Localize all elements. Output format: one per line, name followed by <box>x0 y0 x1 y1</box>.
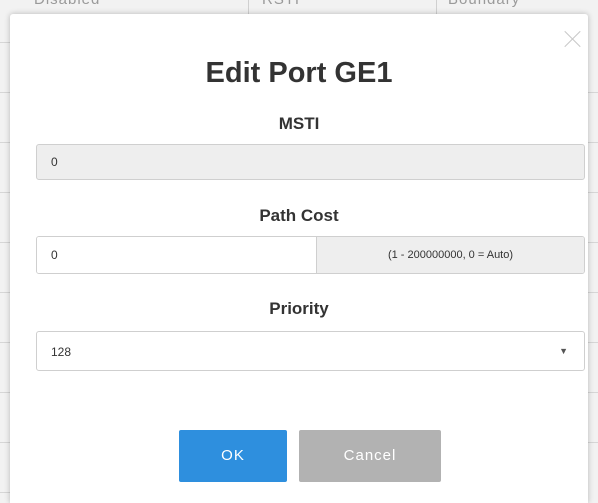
dialog-title: Edit Port GE1 <box>205 57 393 89</box>
path-cost-label: Path Cost <box>259 206 339 225</box>
table-header-disabled: Disabled <box>34 0 100 13</box>
table-row-line <box>0 242 10 243</box>
msti-label: MSTI <box>278 114 320 133</box>
cancel-button[interactable]: Cancel <box>299 430 441 482</box>
table-divider <box>436 0 437 14</box>
table-header-rstp: RSTP <box>262 0 306 13</box>
path-cost-group: 0 (1 - 200000000, 0 = Auto) <box>36 236 585 274</box>
table-row-line <box>0 142 10 143</box>
priority-label: Priority <box>269 299 329 318</box>
table-row-line <box>588 292 598 293</box>
table-row-line <box>588 392 598 393</box>
table-row-line <box>0 342 10 343</box>
table-row-line <box>0 292 10 293</box>
msti-field: 0 <box>36 144 585 180</box>
table-row-line <box>588 342 598 343</box>
table-row-line <box>0 192 10 193</box>
table-row-line <box>588 192 598 193</box>
path-cost-value: 0 <box>51 248 58 262</box>
table-divider <box>248 0 249 14</box>
table-row-line <box>588 142 598 143</box>
close-icon[interactable] <box>564 30 582 48</box>
priority-select[interactable]: 128 ▼ <box>36 331 585 371</box>
table-row-line <box>588 242 598 243</box>
edit-port-dialog: Edit Port GE1 MSTI 0 Path Cost 0 (1 - 20… <box>10 14 588 503</box>
table-row-line <box>0 42 10 43</box>
table-row-line <box>588 442 598 443</box>
table-row-line <box>0 442 10 443</box>
msti-value: 0 <box>51 155 58 169</box>
path-cost-hint: (1 - 200000000, 0 = Auto) <box>317 237 584 273</box>
priority-value: 128 <box>51 345 72 359</box>
caret-down-icon: ▼ <box>559 346 568 356</box>
table-header-boundary: Boundary <box>448 0 520 13</box>
ok-button[interactable]: OK <box>179 430 287 482</box>
table-row-line <box>0 492 10 493</box>
table-row-line <box>0 92 10 93</box>
table-row-line <box>588 92 598 93</box>
path-cost-input[interactable]: 0 <box>37 237 317 273</box>
table-row-line <box>0 392 10 393</box>
